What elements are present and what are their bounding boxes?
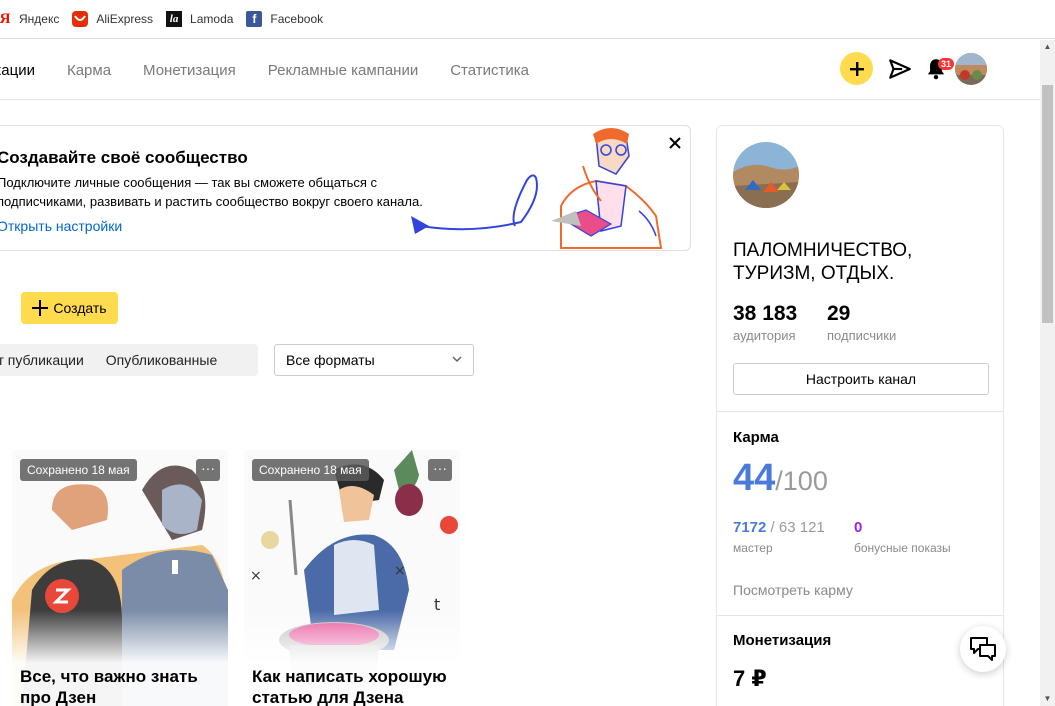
card-title[interactable]: Как написать хорошую статью для Дзена <box>252 666 457 706</box>
bookmarks-bar: Я Яндекс AliExpress la Lamoda f Facebook <box>0 0 1055 39</box>
nav-actions: 31 <box>840 52 987 85</box>
plus-icon <box>849 61 864 76</box>
channel-panel: ПАЛОМНИЧЕСТВО, ТУРИЗМ, ОТДЫХ. 38 183 ауд… <box>716 125 1004 706</box>
bookmark-lamoda[interactable]: la Lamoda <box>166 11 233 27</box>
bonus-value: 0 <box>854 519 863 536</box>
create-button[interactable]: Создать <box>21 292 118 324</box>
facebook-icon: f <box>246 11 263 27</box>
bookmark-label: Яндекс <box>19 12 60 26</box>
karma-points: 7172 / 63 121 мастер <box>733 519 825 555</box>
karma-points-value: 7172 <box>733 519 767 536</box>
scroll-down-icon[interactable]: ▼ <box>1043 694 1052 703</box>
lamoda-icon: la <box>166 11 183 27</box>
yandex-icon: Я <box>0 10 11 27</box>
article-card[interactable]: Сохранено 18 мая ··· Все, что важно знат… <box>12 450 228 706</box>
channel-name: ПАЛОМНИЧЕСТВО, ТУРИЗМ, ОТДЫХ. <box>733 240 913 284</box>
bonus-label: бонусные показы <box>854 541 951 555</box>
tab-publications[interactable]: икации <box>0 62 35 79</box>
bookmark-facebook[interactable]: f Facebook <box>246 11 323 27</box>
svg-text:×: × <box>250 568 262 584</box>
promo-title: Создавайте своё сообщество <box>0 148 248 167</box>
page: Я Яндекс AliExpress la Lamoda f Facebook… <box>0 0 1055 706</box>
setup-channel-button[interactable]: Настроить канал <box>733 363 989 395</box>
audience-stat: 38 183 аудитория <box>733 302 797 343</box>
aliexpress-icon <box>72 11 89 27</box>
karma-points-total: / 63 121 <box>766 519 825 536</box>
promo-text: Подключите личные сообщения — так вы смо… <box>0 175 423 209</box>
filter-published[interactable]: Опубликованные <box>95 352 228 368</box>
monetization-value: 7 ₽ <box>733 666 767 691</box>
bookmark-label: Lamoda <box>190 12 234 26</box>
saved-badge: Сохранено 18 мая <box>20 459 137 481</box>
page-title: I <box>0 294 1 325</box>
notifications-button[interactable]: 31 <box>923 56 955 82</box>
subscribers-value: 29 <box>827 302 851 325</box>
nav-tabs: икации Карма Монетизация Рекламные кампа… <box>0 40 561 100</box>
scrollbar-thumb[interactable] <box>1042 85 1053 323</box>
saved-badge: Сохранено 18 мая <box>252 459 369 481</box>
tab-karma[interactable]: Карма <box>67 62 111 79</box>
bookmark-aliexpress[interactable]: AliExpress <box>72 11 153 27</box>
chat-icon <box>970 637 996 661</box>
monetization-title: Монетизация <box>733 632 832 649</box>
format-select[interactable]: Все форматы <box>274 344 474 376</box>
scroll-up-icon[interactable]: ▲ <box>1043 42 1052 51</box>
subscribers-stat: 29 подписчики <box>827 302 896 343</box>
audience-label: аудитория <box>733 328 796 343</box>
audience-value: 38 183 <box>733 302 798 325</box>
format-select-value: Все форматы <box>286 352 375 368</box>
bookmark-yandex[interactable]: Я Яндекс <box>0 11 59 27</box>
user-avatar[interactable] <box>955 52 987 85</box>
view-karma-link[interactable]: Посмотреть карму <box>733 582 853 598</box>
tab-ad-campaigns[interactable]: Рекламные кампании <box>268 62 418 79</box>
karma-title: Карма <box>733 429 779 446</box>
promo-card: Создавайте своё сообщество Подключите ли… <box>0 125 691 251</box>
tab-statistics[interactable]: Статистика <box>450 62 529 79</box>
top-navbar: икации Карма Монетизация Рекламные кампа… <box>0 40 1040 100</box>
close-icon <box>669 137 681 149</box>
tab-monetization[interactable]: Монетизация <box>143 62 236 79</box>
subscribers-label: подписчики <box>827 328 897 343</box>
karma-level: мастер <box>733 541 773 555</box>
card-title[interactable]: Все, что важно знать про Дзен <box>20 666 225 706</box>
promo-close-button[interactable] <box>667 135 683 151</box>
promo-illustration <box>411 128 663 249</box>
bookmark-label: AliExpress <box>96 12 154 26</box>
open-settings-link[interactable]: Открыть настройки <box>0 218 122 234</box>
notifications-badge: 31 <box>938 57 955 70</box>
status-filter: от публикации Опубликованные <box>0 344 258 376</box>
plus-icon <box>32 300 49 316</box>
article-card[interactable]: t × × Сохранено 18 мая ··· Как написать … <box>244 450 460 706</box>
karma-value: 44 <box>733 457 776 499</box>
send-icon[interactable] <box>887 56 913 82</box>
add-button[interactable] <box>840 52 873 85</box>
svg-text:×: × <box>394 563 406 579</box>
chevron-down-icon <box>452 356 462 363</box>
karma-score: 44/100 <box>733 457 828 500</box>
channel-avatar[interactable] <box>733 142 799 208</box>
bookmark-label: Facebook <box>270 12 324 26</box>
filter-drafts[interactable]: от публикации <box>0 352 95 368</box>
create-label: Создать <box>53 300 107 316</box>
karma-max: /100 <box>775 466 828 496</box>
bonus-impressions: 0 бонусные показы <box>854 519 951 555</box>
card-more-button[interactable]: ··· <box>196 459 220 481</box>
card-more-button[interactable]: ··· <box>428 459 452 481</box>
chat-button[interactable] <box>960 626 1006 672</box>
